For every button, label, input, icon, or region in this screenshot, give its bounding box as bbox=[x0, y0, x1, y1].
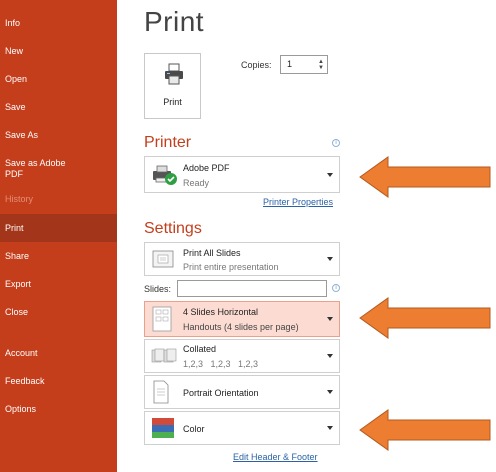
edit-header-footer-link[interactable]: Edit Header & Footer bbox=[233, 452, 318, 462]
printer-section-title: Printer bbox=[144, 134, 192, 151]
orientation-title: Portrait Orientation bbox=[183, 388, 259, 398]
color-title: Color bbox=[183, 424, 205, 434]
nav-item-open[interactable]: Open bbox=[0, 74, 117, 85]
layout-subtitle: Handouts (4 slides per page) bbox=[183, 322, 299, 332]
collated-pages-icon bbox=[151, 348, 177, 363]
copies-value: 1 bbox=[287, 59, 293, 69]
print-pane: Print Print Copies: 1 ▲ ▼ Printer i Adobe… bbox=[117, 0, 496, 472]
collation-dropdown[interactable]: Collated 1,2,3 1,2,3 1,2,3 bbox=[144, 339, 340, 373]
backstage-sidebar: Info New Open Save Save As Save as Adobe… bbox=[0, 0, 117, 472]
printer-name: Adobe PDF bbox=[183, 163, 230, 173]
slides-icon bbox=[152, 250, 174, 268]
printer-icon bbox=[165, 63, 183, 85]
printer-status: Ready bbox=[183, 178, 210, 188]
chevron-down-icon bbox=[327, 257, 333, 261]
nav-item-export[interactable]: Export bbox=[0, 279, 117, 290]
copies-label: Copies: bbox=[241, 60, 272, 70]
color-dropdown[interactable]: Color bbox=[144, 411, 340, 445]
orientation-dropdown[interactable]: Portrait Orientation bbox=[144, 375, 340, 409]
chevron-down-icon bbox=[327, 426, 333, 430]
arrow-annotation-icon bbox=[359, 156, 491, 198]
collation-title: Collated bbox=[183, 344, 217, 354]
nav-item-options[interactable]: Options bbox=[0, 404, 117, 415]
arrow-annotation-icon bbox=[359, 409, 491, 451]
nav-item-history: History bbox=[5, 194, 34, 204]
nav-item-save-as[interactable]: Save As bbox=[0, 130, 117, 141]
settings-section-title: Settings bbox=[144, 220, 202, 237]
nav-item-save[interactable]: Save bbox=[0, 102, 117, 113]
print-button-label: Print bbox=[163, 97, 182, 107]
info-icon[interactable]: i bbox=[332, 284, 340, 292]
slides-label: Slides: bbox=[144, 284, 172, 294]
portrait-page-icon bbox=[153, 380, 169, 404]
nav-item-share[interactable]: Share bbox=[0, 251, 117, 262]
arrow-annotation-icon bbox=[359, 297, 491, 339]
chevron-down-icon bbox=[327, 354, 333, 358]
printer-properties-link[interactable]: Printer Properties bbox=[263, 197, 333, 207]
nav-item-print[interactable]: Print bbox=[0, 214, 117, 242]
slides-input[interactable] bbox=[177, 280, 327, 297]
nav-item-account[interactable]: Account bbox=[0, 348, 117, 359]
pdf-printer-icon bbox=[153, 165, 177, 185]
page-title: Print bbox=[144, 6, 205, 37]
nav-item-close[interactable]: Close bbox=[0, 307, 117, 318]
four-slides-layout-icon bbox=[152, 306, 172, 332]
slides-range-title: Print All Slides bbox=[183, 248, 241, 258]
copies-stepper[interactable]: 1 ▲ ▼ bbox=[280, 55, 328, 74]
chevron-down-icon bbox=[327, 172, 333, 177]
printer-dropdown[interactable]: Adobe PDF Ready bbox=[144, 156, 340, 193]
collation-subtitle: 1,2,3 1,2,3 1,2,3 bbox=[183, 359, 259, 369]
nav-item-new[interactable]: New bbox=[0, 46, 117, 57]
chevron-down-icon bbox=[327, 390, 333, 394]
color-swatch-icon bbox=[152, 418, 174, 438]
layout-dropdown[interactable]: 4 Slides Horizontal Handouts (4 slides p… bbox=[144, 301, 340, 337]
layout-title: 4 Slides Horizontal bbox=[183, 307, 259, 317]
slides-range-dropdown[interactable]: Print All Slides Print entire presentati… bbox=[144, 242, 340, 276]
info-icon[interactable]: i bbox=[332, 139, 340, 147]
print-button[interactable]: Print bbox=[144, 53, 201, 119]
spinner-arrows-icon[interactable]: ▲ ▼ bbox=[318, 59, 324, 71]
nav-item-save-as-adobe-pdf[interactable]: Save as Adobe PDF bbox=[0, 158, 80, 180]
chevron-down-icon bbox=[327, 317, 333, 321]
nav-item-info[interactable]: Info bbox=[0, 18, 117, 29]
nav-item-feedback[interactable]: Feedback bbox=[0, 376, 117, 387]
slides-range-subtitle: Print entire presentation bbox=[183, 262, 279, 272]
